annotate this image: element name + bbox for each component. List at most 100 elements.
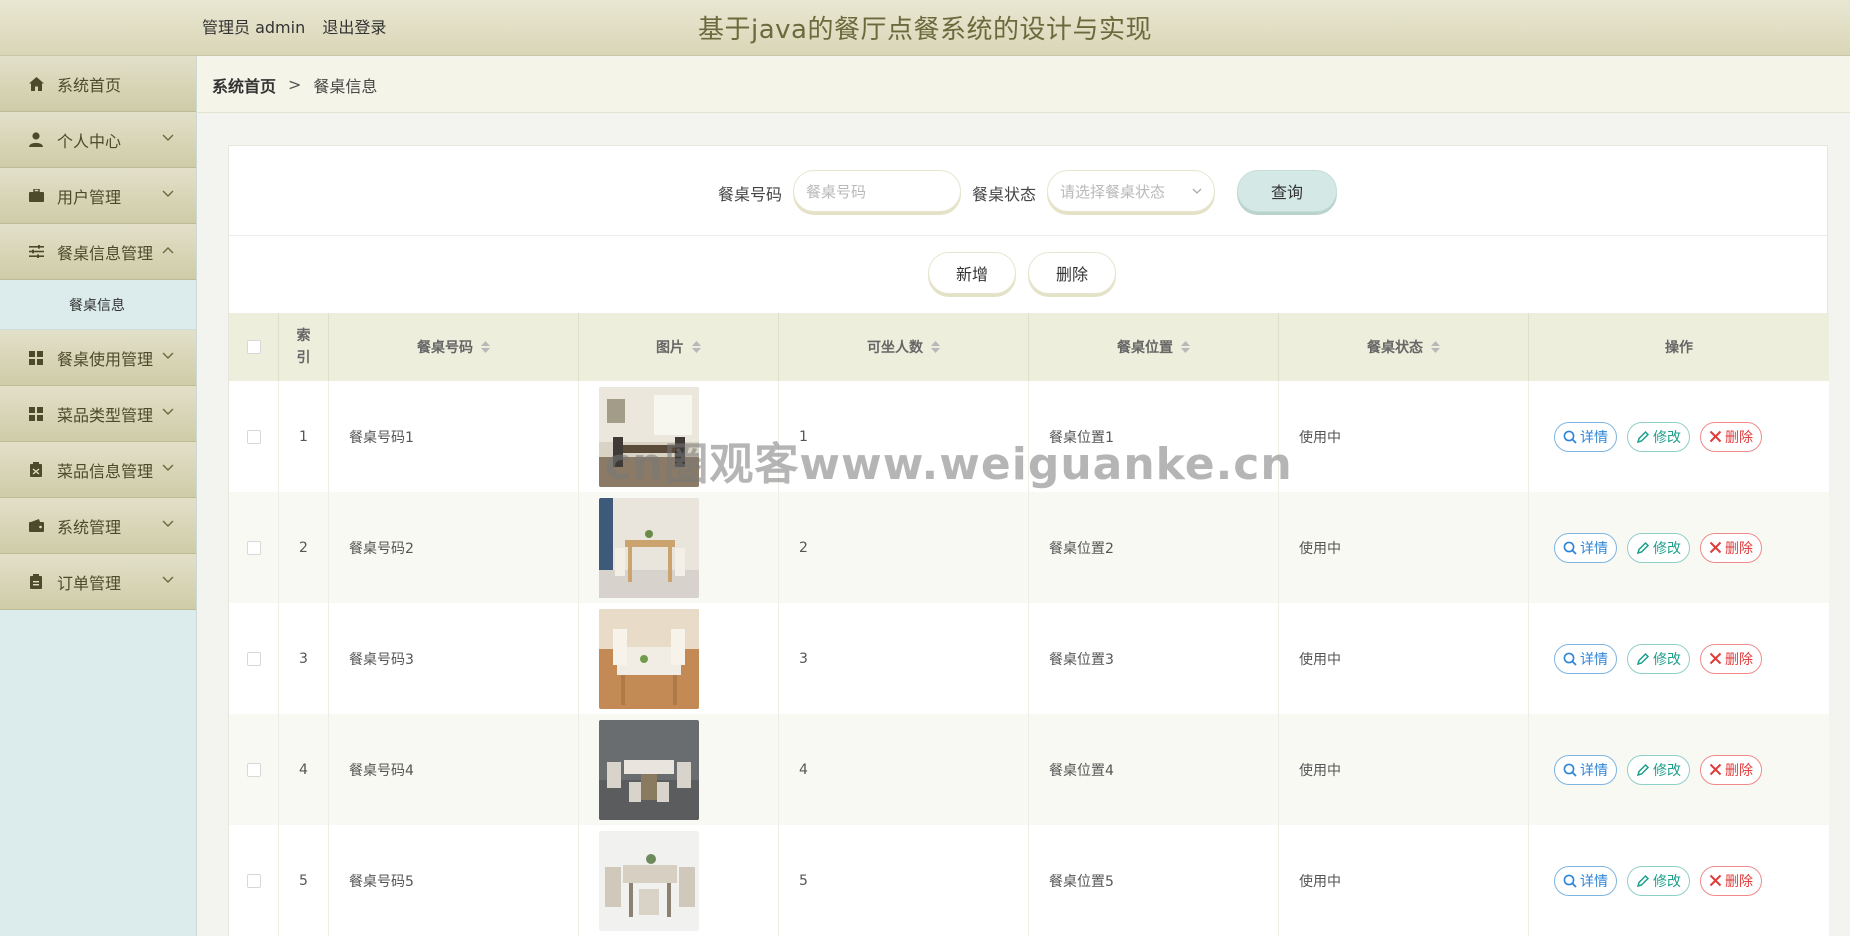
app-title: 基于java的餐厅点餐系统的设计与实现: [698, 15, 1152, 45]
edit-icon: [1636, 652, 1650, 665]
search-icon: [1563, 763, 1577, 777]
row-index: 4: [279, 714, 329, 825]
header-image[interactable]: 图片: [579, 313, 779, 381]
edit-label: 修改: [1653, 762, 1681, 779]
row-delete-button[interactable]: 删除: [1700, 421, 1762, 452]
search-icon: [1563, 652, 1577, 666]
row-index: 5: [279, 825, 329, 936]
header-operation: 操作: [1529, 313, 1829, 381]
sidebar-item-table-usage-management[interactable]: 餐桌使用管理: [0, 330, 196, 386]
row-image-cell: [579, 714, 779, 825]
sidebar-item-dish-info-management[interactable]: 菜品信息管理: [0, 442, 196, 498]
table-photo: [599, 719, 699, 820]
row-image-cell: [579, 603, 779, 714]
chevron-up-icon: [162, 247, 174, 254]
row-checkbox[interactable]: [246, 429, 261, 444]
detail-button[interactable]: 详情: [1554, 865, 1617, 896]
row-checkbox[interactable]: [246, 873, 261, 888]
edit-button[interactable]: 修改: [1627, 754, 1690, 785]
header-status[interactable]: 餐桌状态: [1279, 313, 1529, 381]
row-select-cell: [229, 492, 279, 603]
sidebar-item-system-management[interactable]: 系统管理: [0, 498, 196, 554]
sort-icon: [931, 341, 940, 353]
sidebar-item-table-info-management[interactable]: 餐桌信息管理: [0, 224, 196, 280]
top-header: 管理员 admin 退出登录 基于java的餐厅点餐系统的设计与实现: [0, 0, 1850, 56]
home-icon: [28, 76, 44, 92]
close-icon: [1709, 652, 1722, 665]
detail-button[interactable]: 详情: [1554, 421, 1617, 452]
sidebar-item-label: 订单管理: [57, 573, 122, 593]
sidebar-item-dish-type-management[interactable]: 菜品类型管理: [0, 386, 196, 442]
detail-button[interactable]: 详情: [1554, 643, 1617, 674]
sidebar-item-label: 菜品类型管理: [57, 405, 154, 425]
row-delete-button[interactable]: 删除: [1700, 865, 1762, 896]
header-table-no[interactable]: 餐桌号码: [329, 313, 579, 381]
delete-button[interactable]: 删除: [1028, 252, 1116, 294]
edit-label: 修改: [1653, 873, 1681, 890]
sort-icon: [692, 341, 701, 353]
close-icon: [1709, 541, 1722, 554]
row-status: 使用中: [1279, 825, 1529, 936]
row-status: 使用中: [1279, 381, 1529, 492]
header-position[interactable]: 餐桌位置: [1029, 313, 1279, 381]
row-table-no: 餐桌号码5: [329, 825, 579, 936]
table-photo: [599, 497, 699, 598]
table-no-input[interactable]: 餐桌号码: [793, 170, 961, 212]
wallet-icon: [28, 518, 44, 534]
detail-button[interactable]: 详情: [1554, 754, 1617, 785]
sidebar-item-user-management[interactable]: 用户管理: [0, 168, 196, 224]
sidebar-item-label: 系统首页: [57, 75, 122, 95]
row-checkbox[interactable]: [246, 762, 261, 777]
table-photo: [599, 386, 699, 487]
row-table-no: 餐桌号码1: [329, 381, 579, 492]
row-delete-button[interactable]: 删除: [1700, 754, 1762, 785]
header-status-label: 餐桌状态: [1367, 340, 1423, 356]
sidebar: 系统首页 个人中心 用户管理 餐桌信息管理 餐桌信息 餐桌使用管理 菜品类型管理: [0, 56, 197, 936]
search-icon: [1563, 874, 1577, 888]
action-bar: 新增 删除: [229, 237, 1829, 313]
row-delete-button[interactable]: 删除: [1700, 532, 1762, 563]
table-row: 3 餐桌号码3 3 餐桌位置3 使用中 详情 修改 删除: [229, 603, 1829, 714]
edit-icon: [1636, 874, 1650, 887]
edit-button[interactable]: 修改: [1627, 532, 1690, 563]
chevron-down-icon: [162, 464, 174, 471]
edit-button[interactable]: 修改: [1627, 421, 1690, 452]
edit-button[interactable]: 修改: [1627, 865, 1690, 896]
row-checkbox[interactable]: [246, 540, 261, 555]
row-capacity: 1: [779, 381, 1029, 492]
main-panel: 餐桌号码 餐桌号码 餐桌状态 请选择餐桌状态 查询 新增 删除 索引 餐桌号码 …: [228, 145, 1829, 936]
header-index-label: 索引: [296, 328, 311, 366]
sidebar-item-label: 餐桌信息管理: [57, 243, 154, 263]
row-position: 餐桌位置1: [1029, 381, 1279, 492]
sidebar-item-label: 个人中心: [57, 131, 122, 151]
sidebar-subitem-table-info[interactable]: 餐桌信息: [0, 280, 196, 330]
select-all-checkbox[interactable]: [246, 340, 261, 354]
sidebar-item-personal-center[interactable]: 个人中心: [0, 112, 196, 168]
breadcrumb: 系统首页 > 餐桌信息: [197, 57, 1850, 113]
header-capacity[interactable]: 可坐人数: [779, 313, 1029, 381]
detail-label: 详情: [1580, 873, 1608, 890]
row-table-no: 餐桌号码4: [329, 714, 579, 825]
sort-icon: [481, 341, 490, 353]
row-checkbox[interactable]: [246, 651, 261, 666]
row-index: 3: [279, 603, 329, 714]
delete-label: 删除: [1725, 540, 1753, 557]
detail-label: 详情: [1580, 540, 1608, 557]
sidebar-item-home[interactable]: 系统首页: [0, 56, 196, 112]
clipboard-icon: [28, 574, 44, 590]
table-row: 1 餐桌号码1 1 餐桌位置1 使用中 详情 修改 删除: [229, 381, 1829, 492]
row-delete-button[interactable]: 删除: [1700, 643, 1762, 674]
breadcrumb-home[interactable]: 系统首页: [212, 73, 276, 97]
sidebar-item-label: 餐桌使用管理: [57, 349, 154, 369]
row-image-cell: [579, 825, 779, 936]
detail-button[interactable]: 详情: [1554, 532, 1617, 563]
add-button[interactable]: 新增: [928, 252, 1016, 294]
sidebar-item-order-management[interactable]: 订单管理: [0, 554, 196, 610]
sort-icon: [1181, 341, 1190, 353]
query-button[interactable]: 查询: [1237, 170, 1337, 212]
user-icon: [28, 132, 44, 148]
delete-label: 删除: [1725, 762, 1753, 779]
chevron-down-icon: [162, 352, 174, 359]
status-select[interactable]: 请选择餐桌状态: [1047, 170, 1215, 212]
edit-button[interactable]: 修改: [1627, 643, 1690, 674]
